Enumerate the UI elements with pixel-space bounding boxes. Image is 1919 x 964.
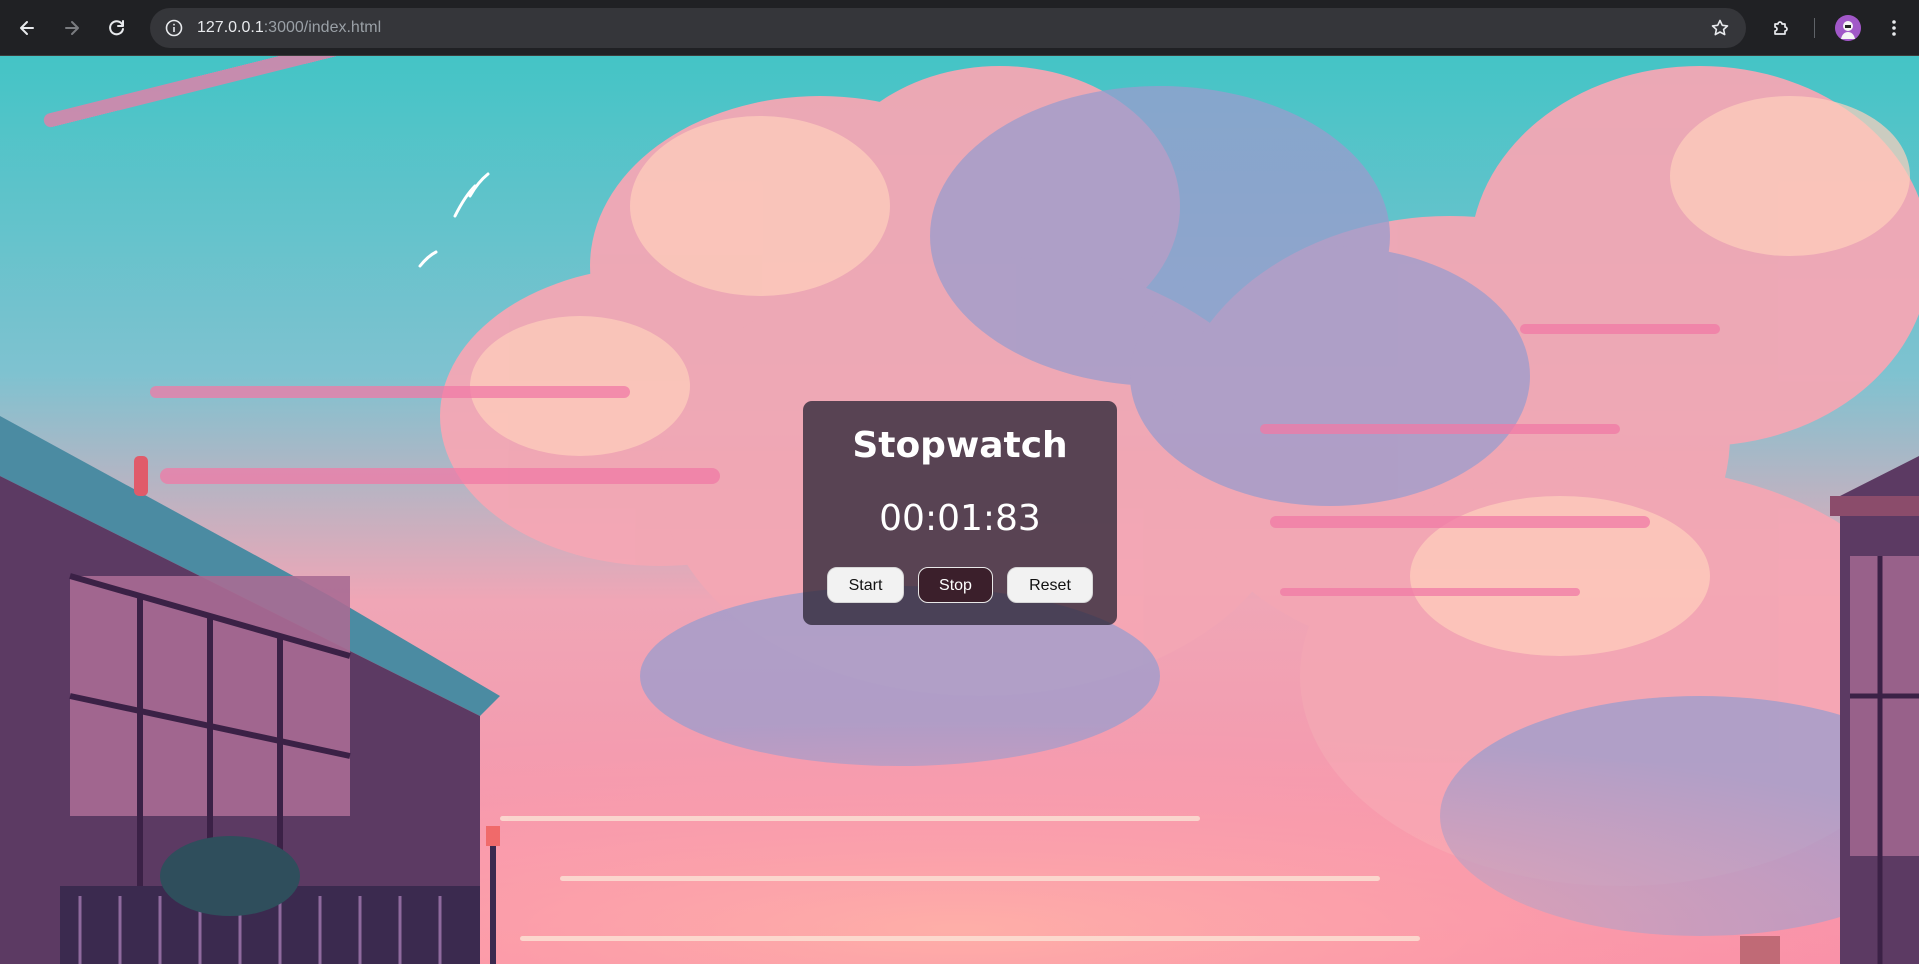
browser-toolbar: 127.0.0.1:3000/index.html [0,0,1919,56]
reset-button[interactable]: Reset [1007,567,1093,603]
forward-arrow-icon[interactable] [56,12,88,44]
stopwatch-time-display: 00:01:83 [879,498,1041,539]
info-icon[interactable] [160,14,188,42]
url-host: 127.0.0.1 [197,19,264,36]
back-arrow-icon[interactable] [11,12,43,44]
profile-avatar[interactable] [1835,15,1861,41]
toolbar-divider [1814,18,1815,38]
star-icon[interactable] [1706,14,1734,42]
url-path: :3000/index.html [263,19,382,36]
address-bar[interactable]: 127.0.0.1:3000/index.html [150,8,1746,48]
stop-button[interactable]: Stop [918,567,993,603]
stopwatch-title: Stopwatch [852,425,1068,466]
reload-icon[interactable] [101,12,133,44]
page-viewport: Stopwatch 00:01:83 Start Stop Reset [0,56,1919,964]
url-text[interactable]: 127.0.0.1:3000/index.html [197,19,381,37]
puzzle-icon[interactable] [1765,12,1797,44]
start-button[interactable]: Start [827,567,904,603]
kebab-menu-icon[interactable] [1878,12,1910,44]
avatar-icon [1835,15,1861,41]
stopwatch-card: Stopwatch 00:01:83 Start Stop Reset [803,401,1117,625]
